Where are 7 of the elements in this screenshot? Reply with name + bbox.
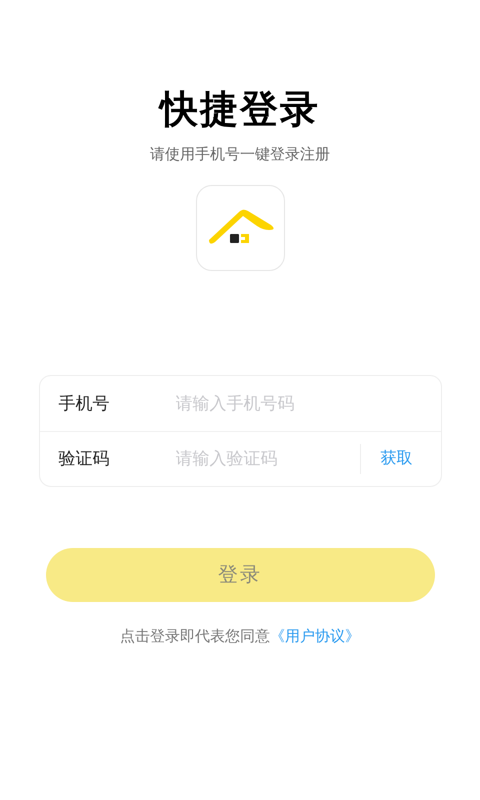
- subtitle: 请使用手机号一键登录注册: [150, 145, 330, 165]
- get-code-button[interactable]: 获取: [360, 444, 422, 474]
- agreement-text: 点击登录即代表您同意《用户协议》: [120, 627, 360, 647]
- user-agreement-link[interactable]: 《用户协议》: [270, 628, 360, 645]
- field-label: 验证码: [58, 448, 110, 470]
- field-label: 手机号: [58, 392, 110, 415]
- page-title: 快捷登录: [160, 88, 320, 133]
